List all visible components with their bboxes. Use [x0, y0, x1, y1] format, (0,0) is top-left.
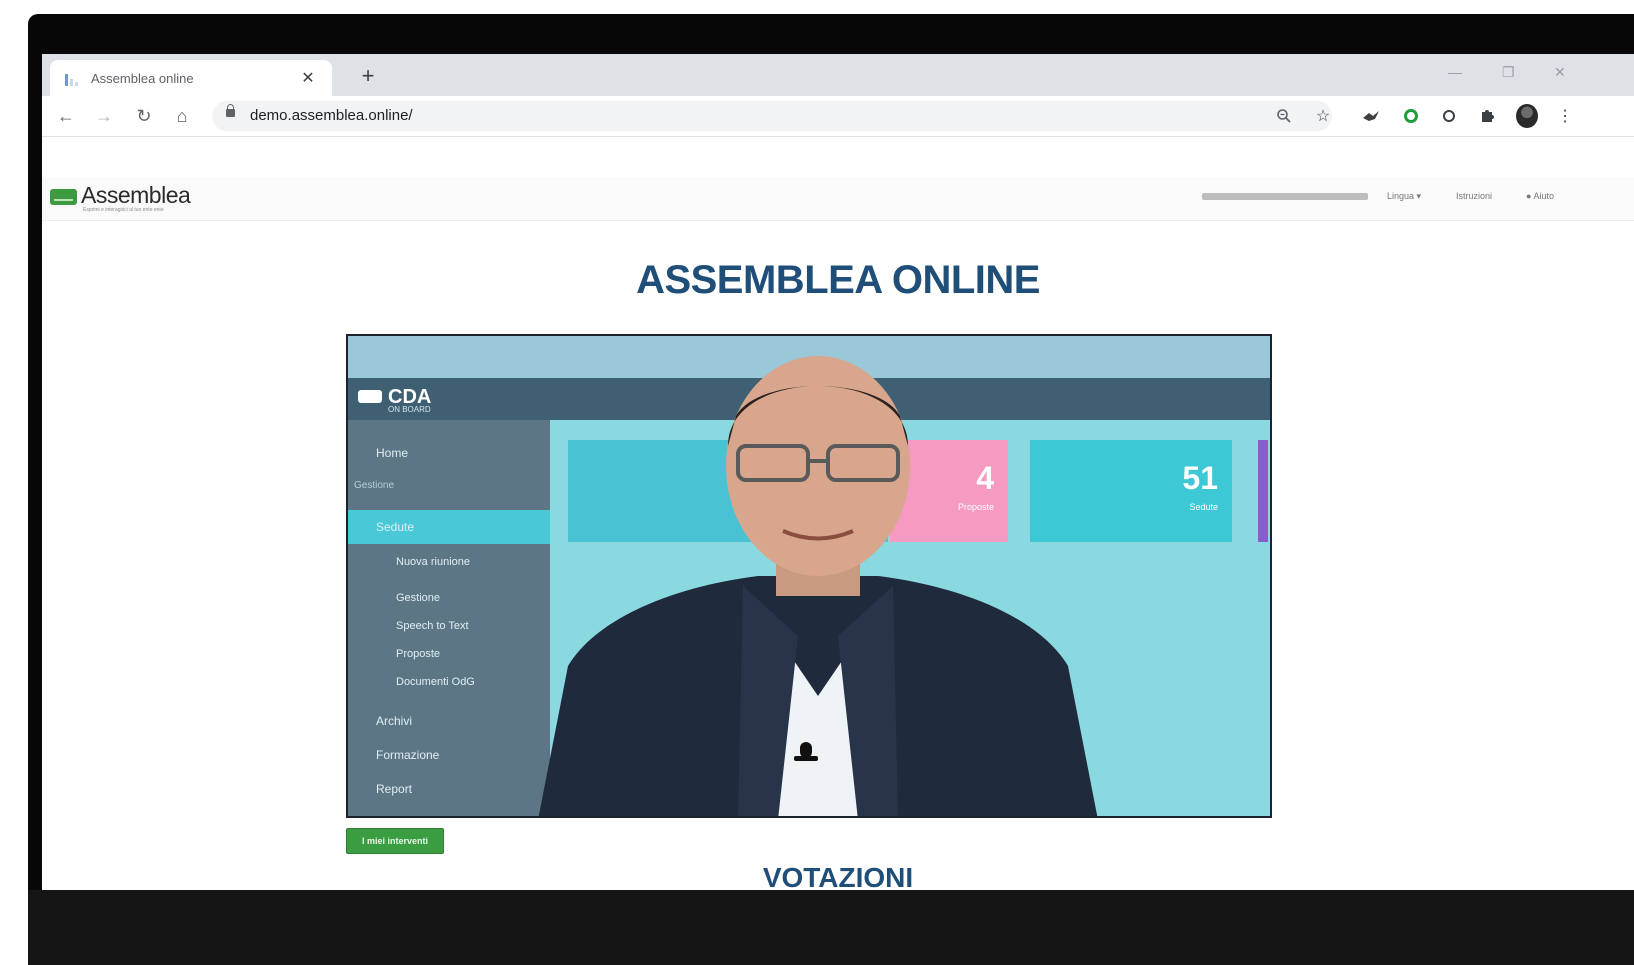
video-sidebar-item: Nuova riunione	[396, 556, 470, 568]
lock-icon	[226, 104, 235, 117]
address-bar[interactable]: demo.assemblea.online/	[212, 101, 1332, 131]
video-logo-sub: ON BOARD	[388, 405, 431, 414]
video-player[interactable]: CDA ON BOARD Home Gestione Sedute Nuova …	[346, 334, 1272, 818]
close-tab-icon[interactable]: ✕	[298, 68, 318, 88]
browser-window: Assemblea online ✕ + — ❐ ✕ ← → ↻ ⌂ demo.…	[42, 54, 1634, 890]
video-sidebar-item: Gestione	[396, 592, 441, 604]
extension-green-icon[interactable]	[1400, 105, 1422, 127]
tab-title: Assemblea online	[91, 70, 194, 86]
url-text: demo.assemblea.online/	[250, 107, 413, 124]
minimize-icon[interactable]: —	[1448, 64, 1462, 80]
browser-tab[interactable]: Assemblea online ✕	[50, 60, 332, 96]
restore-icon[interactable]: ❐	[1502, 64, 1515, 81]
close-window-icon[interactable]: ✕	[1554, 64, 1566, 81]
video-sidebar-item: Proposte	[396, 648, 441, 660]
logo-chip-icon	[50, 189, 77, 205]
video-sidebar-item: Home	[376, 446, 409, 460]
menu-kebab-icon[interactable]: ⋮	[1554, 105, 1576, 127]
zoom-icon[interactable]	[1273, 105, 1295, 127]
video-sidebar-item: Report	[376, 782, 413, 796]
video-sidebar-item: Gestione	[354, 480, 395, 491]
help-link[interactable]: ● Aiuto	[1526, 191, 1554, 201]
extension-bird-icon[interactable]	[1360, 105, 1382, 127]
back-icon[interactable]: ←	[54, 104, 78, 128]
video-card	[1258, 440, 1268, 542]
new-tab-button[interactable]: +	[354, 62, 382, 90]
instructions-link[interactable]: Istruzioni	[1456, 191, 1492, 201]
brand-tagline: Esprimi e interagisci al tuo ente ente	[83, 207, 164, 213]
presenter-figure	[538, 356, 1098, 816]
favicon-icon	[64, 70, 80, 86]
video-sidebar-item: Archivi	[376, 714, 413, 728]
language-menu[interactable]: Lingua ▾	[1387, 191, 1421, 202]
laptop-frame: Assemblea online ✕ + — ❐ ✕ ← → ↻ ⌂ demo.…	[28, 14, 1634, 965]
video-sidebar-item: Documenti OdG	[396, 676, 475, 688]
forward-icon[interactable]: →	[92, 104, 116, 128]
help-label: Aiuto	[1533, 191, 1554, 201]
profile-avatar[interactable]	[1516, 104, 1538, 128]
home-icon[interactable]: ⌂	[170, 104, 194, 128]
user-menu[interactable]	[1202, 193, 1368, 200]
laptop-bezel	[28, 890, 1634, 965]
reload-icon[interactable]: ↻	[132, 104, 156, 128]
video-logo-icon	[358, 390, 382, 403]
video-sidebar: Home Gestione Sedute Nuova riunione Gest…	[348, 420, 550, 816]
extensions-puzzle-icon[interactable]	[1476, 105, 1498, 127]
lapel-mic-icon	[794, 742, 818, 761]
help-icon: ●	[1526, 191, 1532, 201]
video-sidebar-item: Speech to Text	[396, 620, 469, 632]
interventi-button[interactable]: I miei interventi	[346, 828, 444, 854]
page-title: ASSEMBLEA ONLINE	[636, 258, 1040, 302]
site-navbar: Assemblea Esprimi e interagisci al tuo e…	[42, 178, 1634, 221]
extension-ring-icon[interactable]	[1438, 105, 1460, 127]
video-card-label: Sedute	[1189, 502, 1218, 512]
bookmark-star-icon[interactable]: ☆	[1312, 105, 1334, 127]
video-sidebar-item: Formazione	[376, 748, 440, 762]
tab-strip: Assemblea online ✕ + — ❐ ✕	[42, 54, 1634, 96]
video-card-value: 51	[1182, 460, 1218, 496]
browser-toolbar: ← → ↻ ⌂ demo.assemblea.online/ ☆ ⋮	[42, 96, 1634, 137]
votazioni-heading: VOTAZIONI	[762, 862, 914, 890]
brand-name: Assemblea	[81, 182, 191, 208]
video-sidebar-item: Sedute	[376, 520, 415, 534]
web-page: Assemblea Esprimi e interagisci al tuo e…	[42, 138, 1634, 890]
